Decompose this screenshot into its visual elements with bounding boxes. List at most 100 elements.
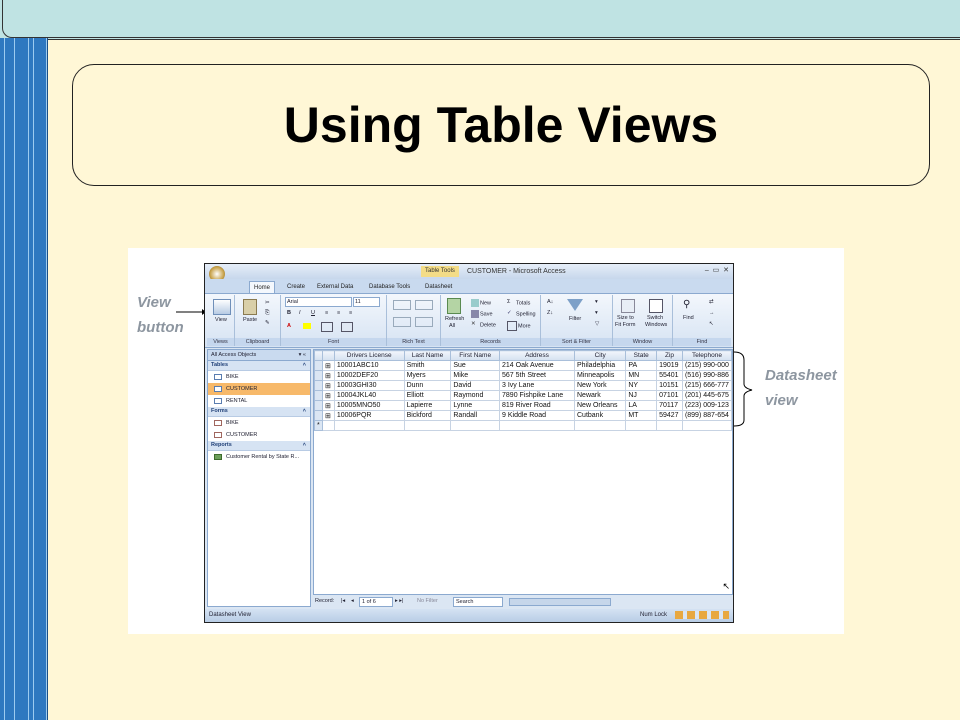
- column-header[interactable]: Last Name: [403, 350, 452, 361]
- table-cell[interactable]: 10003GHI30: [333, 380, 405, 391]
- table-cell[interactable]: Newark: [573, 390, 627, 401]
- column-header[interactable]: Telephone: [681, 350, 732, 361]
- record-selector[interactable]: [314, 370, 323, 381]
- nav-item-rental-table[interactable]: RENTAL: [208, 395, 310, 407]
- table-cell[interactable]: (215) 666-777: [681, 380, 732, 391]
- table-row[interactable]: ⊞ 10002DEF20 Myers Mike 567 5th Street Minnea…: [314, 370, 732, 381]
- table-cell[interactable]: Mike: [450, 370, 501, 381]
- close-icon[interactable]: ✕: [723, 267, 729, 274]
- view-button[interactable]: View: [215, 317, 227, 323]
- align-left-icon[interactable]: ≡: [325, 310, 328, 316]
- spelling-button[interactable]: Spelling: [516, 311, 536, 317]
- table-cell[interactable]: Minneapolis: [573, 370, 627, 381]
- collapse-icon[interactable]: ˄: [303, 441, 306, 450]
- align-center-icon[interactable]: ≡: [337, 310, 340, 316]
- totals-button[interactable]: Totals: [516, 300, 530, 306]
- table-cell[interactable]: 10002DEF20: [333, 370, 405, 381]
- nav-group-tables[interactable]: Tables ˄: [208, 361, 310, 371]
- column-header[interactable]: City: [573, 350, 627, 361]
- table-cell[interactable]: Raymond: [450, 390, 501, 401]
- table-cell[interactable]: (516) 990-886: [681, 370, 732, 381]
- table-cell[interactable]: Sue: [450, 360, 501, 371]
- table-cell[interactable]: MN: [625, 370, 658, 381]
- expand-icon[interactable]: ⊞: [321, 380, 335, 391]
- table-cell[interactable]: PA: [625, 360, 658, 371]
- bold-icon[interactable]: B: [287, 310, 291, 316]
- table-cell[interactable]: NJ: [625, 390, 658, 401]
- first-record-icon[interactable]: |◂: [341, 598, 345, 604]
- select-icon[interactable]: ↖: [709, 321, 714, 327]
- more-button[interactable]: More: [518, 323, 531, 329]
- table-cell[interactable]: Cutbank: [573, 410, 627, 421]
- fill-color-icon[interactable]: [303, 323, 311, 329]
- format-painter-icon[interactable]: ✎: [265, 320, 270, 326]
- record-selector[interactable]: [314, 400, 323, 411]
- expand-icon[interactable]: ⊞: [321, 400, 335, 411]
- record-position-field[interactable]: 1 of 6: [359, 597, 393, 607]
- underline-icon[interactable]: U: [311, 310, 315, 316]
- nav-group-reports[interactable]: Reports ˄: [208, 441, 310, 451]
- sort-descending-icon[interactable]: Z↓: [547, 310, 553, 316]
- table-cell[interactable]: NY: [625, 380, 658, 391]
- chevron-down-icon[interactable]: ▾ «: [299, 350, 306, 360]
- table-row[interactable]: ⊞ 10003GHI30 Dunn David 3 Ivy Lane New York NY…: [314, 380, 732, 391]
- save-record-button[interactable]: Save: [480, 311, 493, 317]
- align-right-icon[interactable]: ≡: [349, 310, 352, 316]
- selection-icon[interactable]: ▾: [595, 299, 598, 305]
- table-cell[interactable]: MT: [625, 410, 658, 421]
- new-record-row[interactable]: *: [314, 420, 732, 431]
- table-cell[interactable]: 567 5th Street: [499, 370, 575, 381]
- tab-external-data[interactable]: External Data: [313, 281, 357, 293]
- table-cell[interactable]: Bickford: [403, 410, 452, 421]
- table-cell[interactable]: New Orleans: [573, 400, 627, 411]
- record-selector[interactable]: [314, 390, 323, 401]
- table-cell[interactable]: LA: [625, 400, 658, 411]
- table-cell[interactable]: Philadelphia: [573, 360, 627, 371]
- table-cell[interactable]: Elliott: [403, 390, 452, 401]
- table-cell[interactable]: (215) 990-000: [681, 360, 732, 371]
- expand-icon[interactable]: ⊞: [321, 390, 335, 401]
- previous-record-icon[interactable]: ◂: [351, 598, 354, 604]
- record-selector[interactable]: [314, 380, 323, 391]
- tab-datasheet[interactable]: Datasheet: [421, 281, 456, 293]
- nav-item-bike-form[interactable]: BIKE: [208, 417, 310, 429]
- expand-icon[interactable]: ⊞: [321, 370, 335, 381]
- delete-record-button[interactable]: Delete: [480, 322, 496, 328]
- outdent-icon[interactable]: [415, 300, 433, 310]
- refresh-icon[interactable]: [447, 298, 461, 314]
- indent-icon[interactable]: [393, 300, 411, 310]
- horizontal-scrollbar[interactable]: [509, 598, 611, 606]
- table-row[interactable]: ⊞ 10005MNO50 Lapierre Lynne 819 River Road Ne…: [314, 400, 732, 411]
- table-cell[interactable]: Myers: [403, 370, 452, 381]
- collapse-icon[interactable]: ˄: [303, 361, 306, 370]
- search-field[interactable]: Search: [453, 597, 503, 607]
- font-color-icon[interactable]: A: [287, 323, 291, 329]
- table-cell[interactable]: Lynne: [450, 400, 501, 411]
- nav-group-forms[interactable]: Forms ˄: [208, 407, 310, 417]
- table-cell[interactable]: Smith: [403, 360, 452, 371]
- table-cell[interactable]: (201) 445-675: [681, 390, 732, 401]
- maximize-icon[interactable]: ▭: [713, 267, 720, 274]
- table-cell[interactable]: (899) 887-654: [681, 410, 732, 421]
- table-row[interactable]: ⊞ 10001ABC10 Smith Sue 214 Oak Avenue Philade…: [314, 360, 732, 371]
- record-selector[interactable]: [314, 410, 323, 421]
- gridlines-icon[interactable]: [321, 322, 333, 332]
- table-row[interactable]: ⊞ 10004JKL40 Elliott Raymond 7890 Fishpike L…: [314, 390, 732, 401]
- table-cell[interactable]: 70117: [656, 400, 683, 411]
- column-header[interactable]: Zip: [656, 350, 683, 361]
- switch-windows-button[interactable]: Switch: [647, 315, 663, 321]
- font-name-select[interactable]: Arial: [285, 297, 352, 307]
- column-header[interactable]: Drivers License: [333, 350, 405, 361]
- next-record-icon[interactable]: ▸ ▸|: [395, 598, 403, 604]
- nav-item-customer-form[interactable]: CUSTOMER: [208, 429, 310, 441]
- refresh-button[interactable]: Refresh: [445, 316, 464, 322]
- collapse-icon[interactable]: ˄: [303, 407, 306, 416]
- view-icon[interactable]: [213, 299, 231, 315]
- font-size-select[interactable]: 11: [353, 297, 380, 307]
- cut-icon[interactable]: ✂: [265, 300, 270, 306]
- new-record-button[interactable]: New: [480, 300, 491, 306]
- size-to-fit-button[interactable]: Size to: [617, 315, 634, 321]
- record-selector[interactable]: [314, 360, 323, 371]
- switch-windows-icon[interactable]: [649, 299, 663, 313]
- new-record-marker[interactable]: *: [314, 420, 323, 431]
